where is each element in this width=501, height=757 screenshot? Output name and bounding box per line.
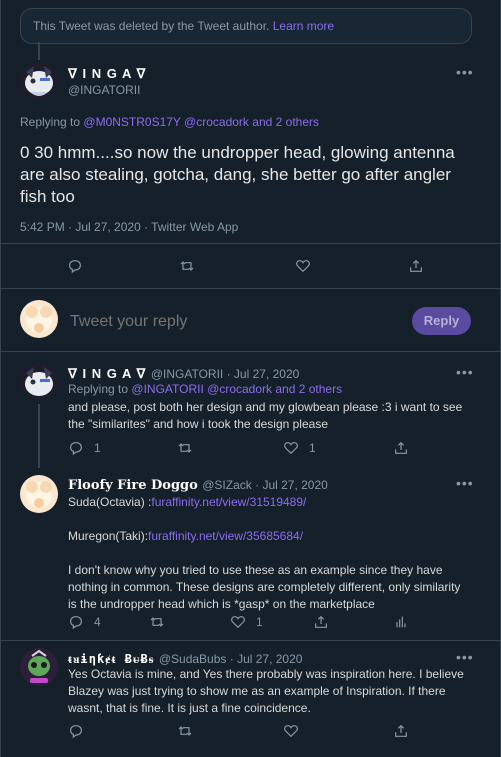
- deleted-notice-row: This Tweet was deleted by the Tweet auth…: [33, 19, 334, 33]
- like-count: 1: [256, 615, 263, 629]
- avatar[interactable]: [20, 62, 58, 100]
- replying-users-link[interactable]: @M0NSTR0S17Y @crocadork: [83, 115, 249, 129]
- divider: [0, 288, 501, 289]
- handle[interactable]: @INGATORII: [68, 83, 140, 97]
- retweet-icon: [180, 261, 194, 271]
- retweet-button[interactable]: [177, 440, 193, 456]
- tweet-text: 0 30 hmm....so now the undropper head, g…: [20, 143, 455, 206]
- furaffinity-link[interactable]: furaffinity.net/view/35685684/: [148, 529, 303, 543]
- replying-others-link[interactable]: and 2 others: [275, 382, 342, 396]
- retweet-icon: [150, 617, 164, 627]
- composer-avatar[interactable]: [20, 300, 58, 338]
- reply-line-2: Muregon(Taki):furaffinity.net/view/35685…: [68, 528, 303, 545]
- divider: [0, 351, 501, 352]
- reply-button[interactable]: [67, 258, 83, 274]
- reply-count: 1: [94, 441, 101, 455]
- replying-prefix: Replying to: [68, 382, 129, 396]
- replying-to: Replying to @INGATORII @crocadork and 2 …: [68, 382, 342, 396]
- tweet-meta[interactable]: 5:42 PM · Jul 27, 2020 · Twitter Web App: [20, 220, 238, 234]
- reply-header: ᐁ I N G A ᐁ @INGATORII · Jul 27, 2020: [68, 365, 299, 383]
- more-options-icon[interactable]: •••: [456, 649, 474, 665]
- share-icon: [395, 441, 407, 454]
- reply-text: I don't know why you tried to use these …: [68, 563, 461, 611]
- heart-icon: [284, 725, 298, 738]
- deleted-notice-text: This Tweet was deleted by the Tweet auth…: [33, 19, 270, 33]
- like-button[interactable]: 1: [230, 614, 263, 630]
- reply-count: 4: [94, 615, 101, 629]
- like-button[interactable]: [295, 258, 311, 274]
- reply-submit-button[interactable]: Reply: [412, 307, 471, 335]
- heart-icon: [296, 260, 310, 273]
- retweet-button[interactable]: [149, 614, 165, 630]
- share-icon: [410, 259, 422, 272]
- like-button[interactable]: 1: [283, 440, 316, 456]
- reply-submit-label: Reply: [423, 313, 460, 328]
- share-icon: [315, 615, 327, 628]
- divider: [0, 243, 501, 244]
- replying-prefix: Replying to: [20, 115, 81, 129]
- analytics-icon: [396, 616, 406, 628]
- analytics-button[interactable]: [393, 614, 409, 630]
- more-options-icon[interactable]: •••: [456, 364, 474, 380]
- retweet-button[interactable]: [177, 723, 193, 739]
- avatar[interactable]: [20, 475, 58, 513]
- more-options-icon[interactable]: •••: [456, 64, 474, 80]
- divider: [0, 640, 501, 641]
- reply-button[interactable]: [68, 723, 84, 739]
- thread-line-top: [38, 42, 40, 60]
- reply-text: and please, post both her design and my …: [68, 400, 463, 431]
- replying-others-link[interactable]: and 2 others: [252, 115, 319, 129]
- reply-icon: [70, 616, 82, 630]
- reply-icon: [70, 442, 82, 456]
- retweet-icon: [178, 443, 192, 453]
- handle-date[interactable]: @SIZack · Jul 27, 2020: [202, 478, 328, 492]
- replying-users-link[interactable]: @INGATORII @crocadork: [131, 382, 272, 396]
- reply-line-1: Suda(Octavia) :furaffinity.net/view/3151…: [68, 494, 306, 511]
- share-button[interactable]: [393, 723, 409, 739]
- like-count: 1: [309, 441, 316, 455]
- avatar[interactable]: [20, 648, 58, 686]
- reply-icon: [70, 725, 82, 739]
- share-button[interactable]: [313, 614, 329, 630]
- display-name[interactable]: ᵵᴚɨƞƙɇᵵ ɃᵾɃᵴ: [68, 652, 154, 666]
- line-prefix: Muregon(Taki):: [68, 529, 149, 543]
- reply-button[interactable]: 1: [68, 440, 101, 456]
- reply-text: Yes Octavia is mine, and Yes there proba…: [68, 667, 464, 715]
- display-name[interactable]: Floofy Fire Doggo: [68, 478, 198, 493]
- more-options-icon[interactable]: •••: [456, 475, 474, 491]
- reply-header: Floofy Fire Doggo @SIZack · Jul 27, 2020: [68, 476, 328, 494]
- learn-more-link[interactable]: Learn more: [273, 19, 334, 33]
- heart-icon: [284, 442, 298, 455]
- furaffinity-link[interactable]: furaffinity.net/view/31519489/: [151, 495, 306, 509]
- like-button[interactable]: [283, 723, 299, 739]
- heart-icon: [231, 616, 245, 629]
- display-name[interactable]: ᐁ I N G A ᐁ: [68, 66, 146, 82]
- handle-date[interactable]: @SudaBubs · Jul 27, 2020: [159, 652, 303, 666]
- handle-date[interactable]: @INGATORII · Jul 27, 2020: [151, 367, 299, 381]
- display-name[interactable]: ᐁ I N G A ᐁ: [68, 366, 146, 381]
- retweet-button[interactable]: [179, 258, 195, 274]
- replying-to: Replying to @M0NSTR0S17Y @crocadork and …: [20, 115, 319, 129]
- line-prefix: Suda(Octavia) :: [68, 495, 152, 509]
- reply-button[interactable]: 4: [68, 614, 101, 630]
- thread-line: [38, 404, 40, 468]
- reply-icon: [69, 260, 81, 274]
- reply-input[interactable]: [68, 308, 392, 336]
- retweet-icon: [178, 726, 192, 736]
- share-button[interactable]: [393, 440, 409, 456]
- left-border: [0, 0, 1, 757]
- avatar[interactable]: [20, 363, 58, 401]
- share-button[interactable]: [408, 258, 424, 274]
- share-icon: [395, 724, 407, 737]
